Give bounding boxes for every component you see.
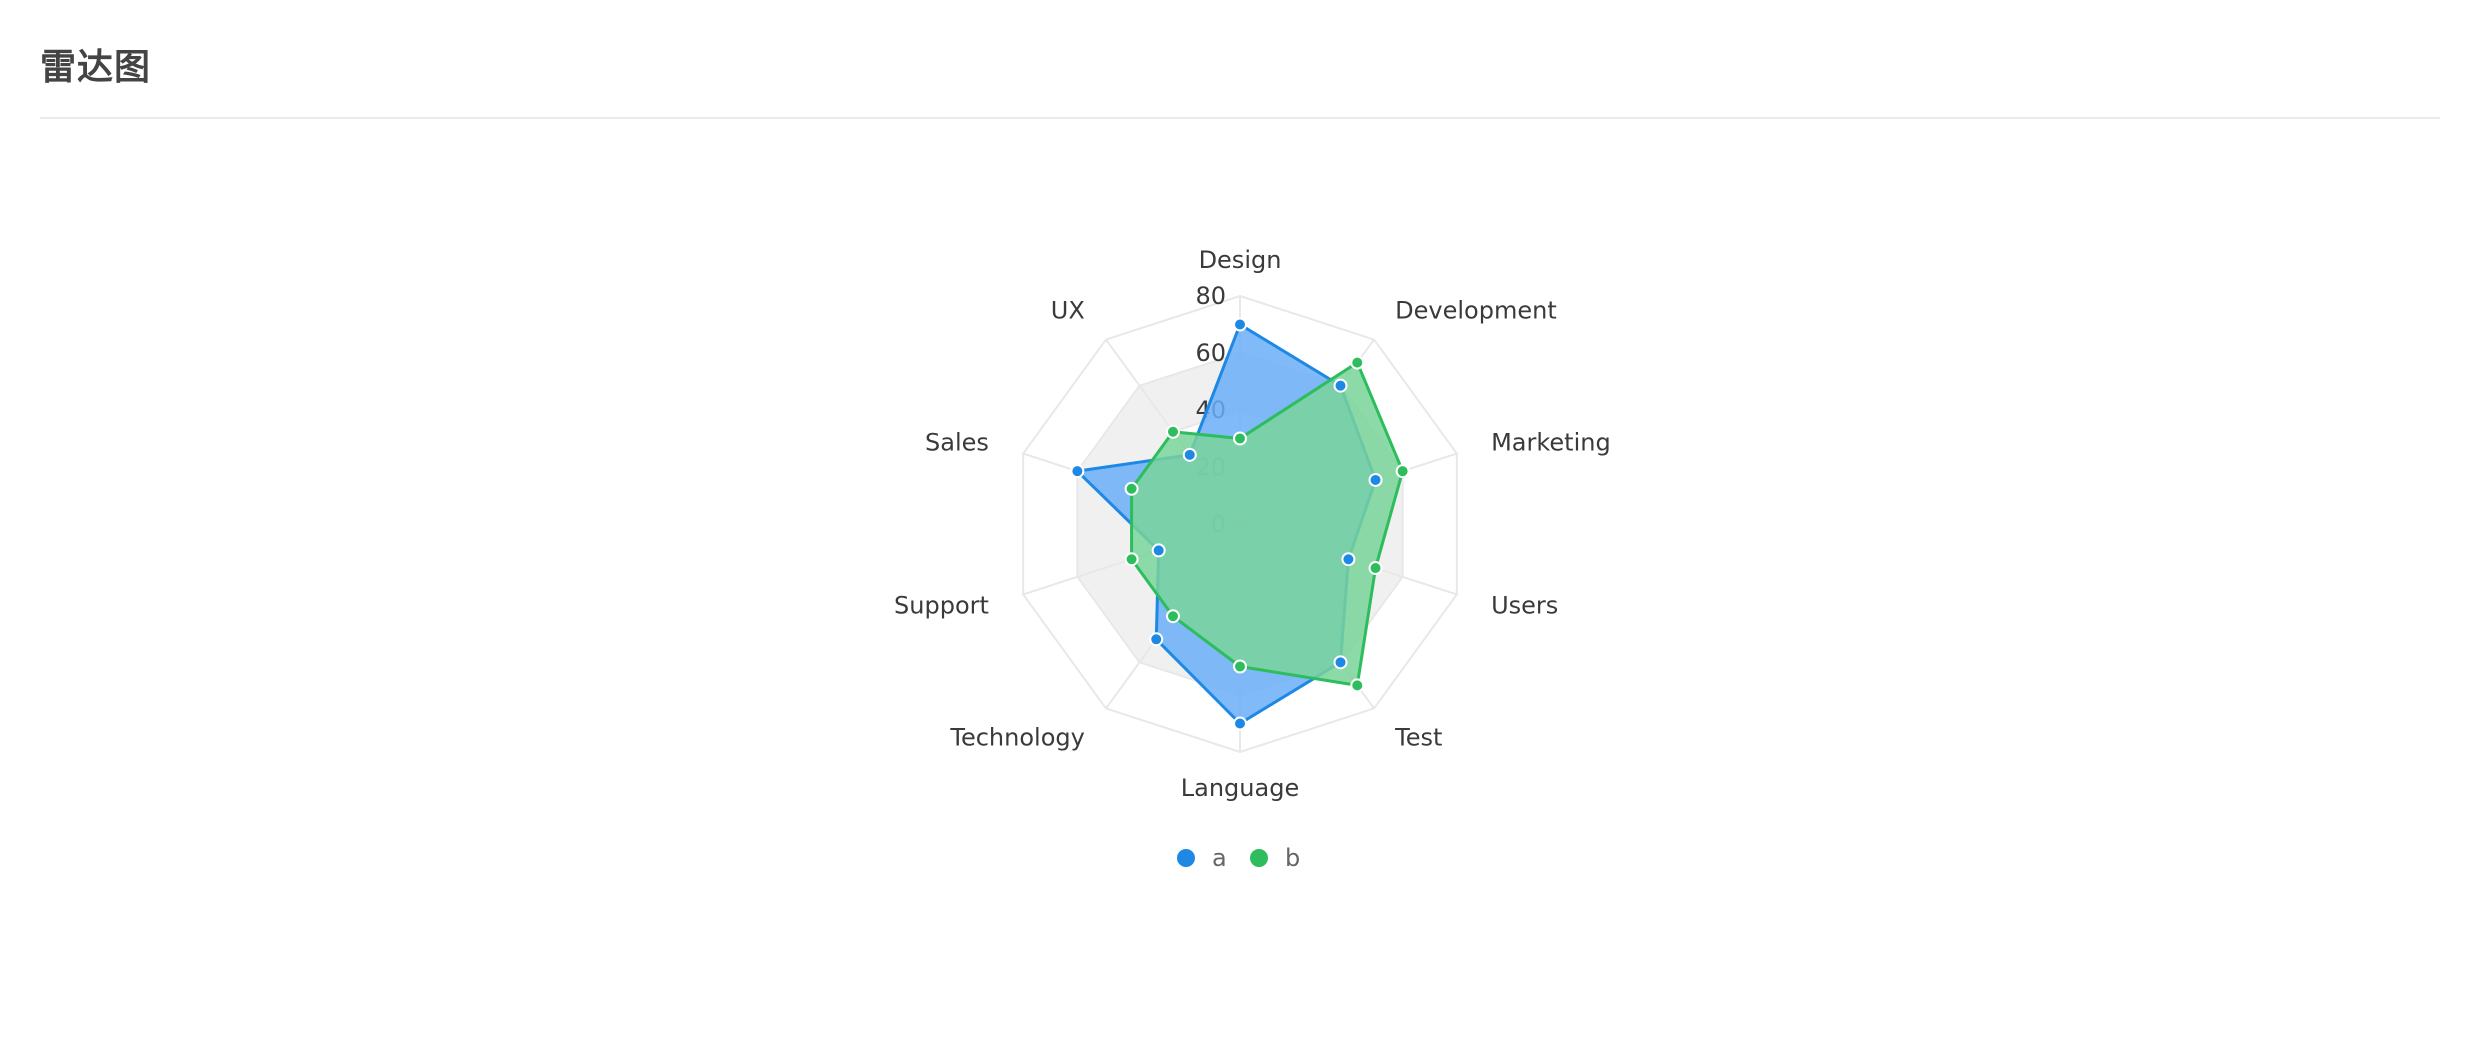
legend-marker-a [1177,849,1195,867]
axis-label-sales: Sales [925,428,989,456]
axis-label-design: Design [1199,246,1282,274]
legend-label-a: a [1212,844,1227,872]
legend-item-a[interactable]: a [1177,844,1227,872]
data-point-b-support[interactable] [1124,552,1139,567]
data-point-b-marketing[interactable] [1395,464,1410,479]
data-point-b-ux[interactable] [1165,424,1180,439]
data-point-a-test[interactable] [1333,655,1348,670]
axis-label-language: Language [1181,774,1299,802]
data-point-a-support[interactable] [1151,543,1166,558]
legend-label-b: b [1285,844,1300,872]
data-point-b-sales[interactable] [1124,481,1139,496]
legend: ab [1177,844,1300,872]
radar-chart: 020406080DesignDevelopmentMarketingUsers… [894,246,1611,872]
axis-label-technology: Technology [949,724,1084,752]
page: 雷达图 020406080DesignDevelopmentMarketingU… [0,0,2480,1048]
data-point-a-ux[interactable] [1182,447,1197,462]
axis-label-development: Development [1395,296,1557,324]
data-point-a-design[interactable] [1233,317,1247,332]
tick-label: 60 [1195,339,1226,367]
legend-item-b[interactable]: b [1250,844,1300,872]
data-point-b-development[interactable] [1350,355,1365,370]
axis-label-support: Support [894,592,989,620]
axis-label-ux: UX [1051,296,1085,324]
axis-label-users: Users [1491,592,1558,620]
data-point-a-technology[interactable] [1149,632,1164,647]
data-point-b-design[interactable] [1233,431,1247,446]
data-point-a-sales[interactable] [1070,464,1085,479]
data-point-b-language[interactable] [1233,659,1247,674]
data-point-a-development[interactable] [1333,378,1348,393]
data-point-a-language[interactable] [1233,716,1247,731]
data-point-b-technology[interactable] [1165,609,1180,624]
legend-marker-b [1250,849,1268,867]
tick-label: 80 [1195,282,1226,310]
axis-label-marketing: Marketing [1491,428,1611,456]
data-point-b-users[interactable] [1368,561,1383,576]
axis-label-test: Test [1394,724,1442,752]
data-point-a-users[interactable] [1341,552,1356,567]
data-point-b-test[interactable] [1350,678,1365,693]
data-point-a-marketing[interactable] [1368,472,1383,487]
